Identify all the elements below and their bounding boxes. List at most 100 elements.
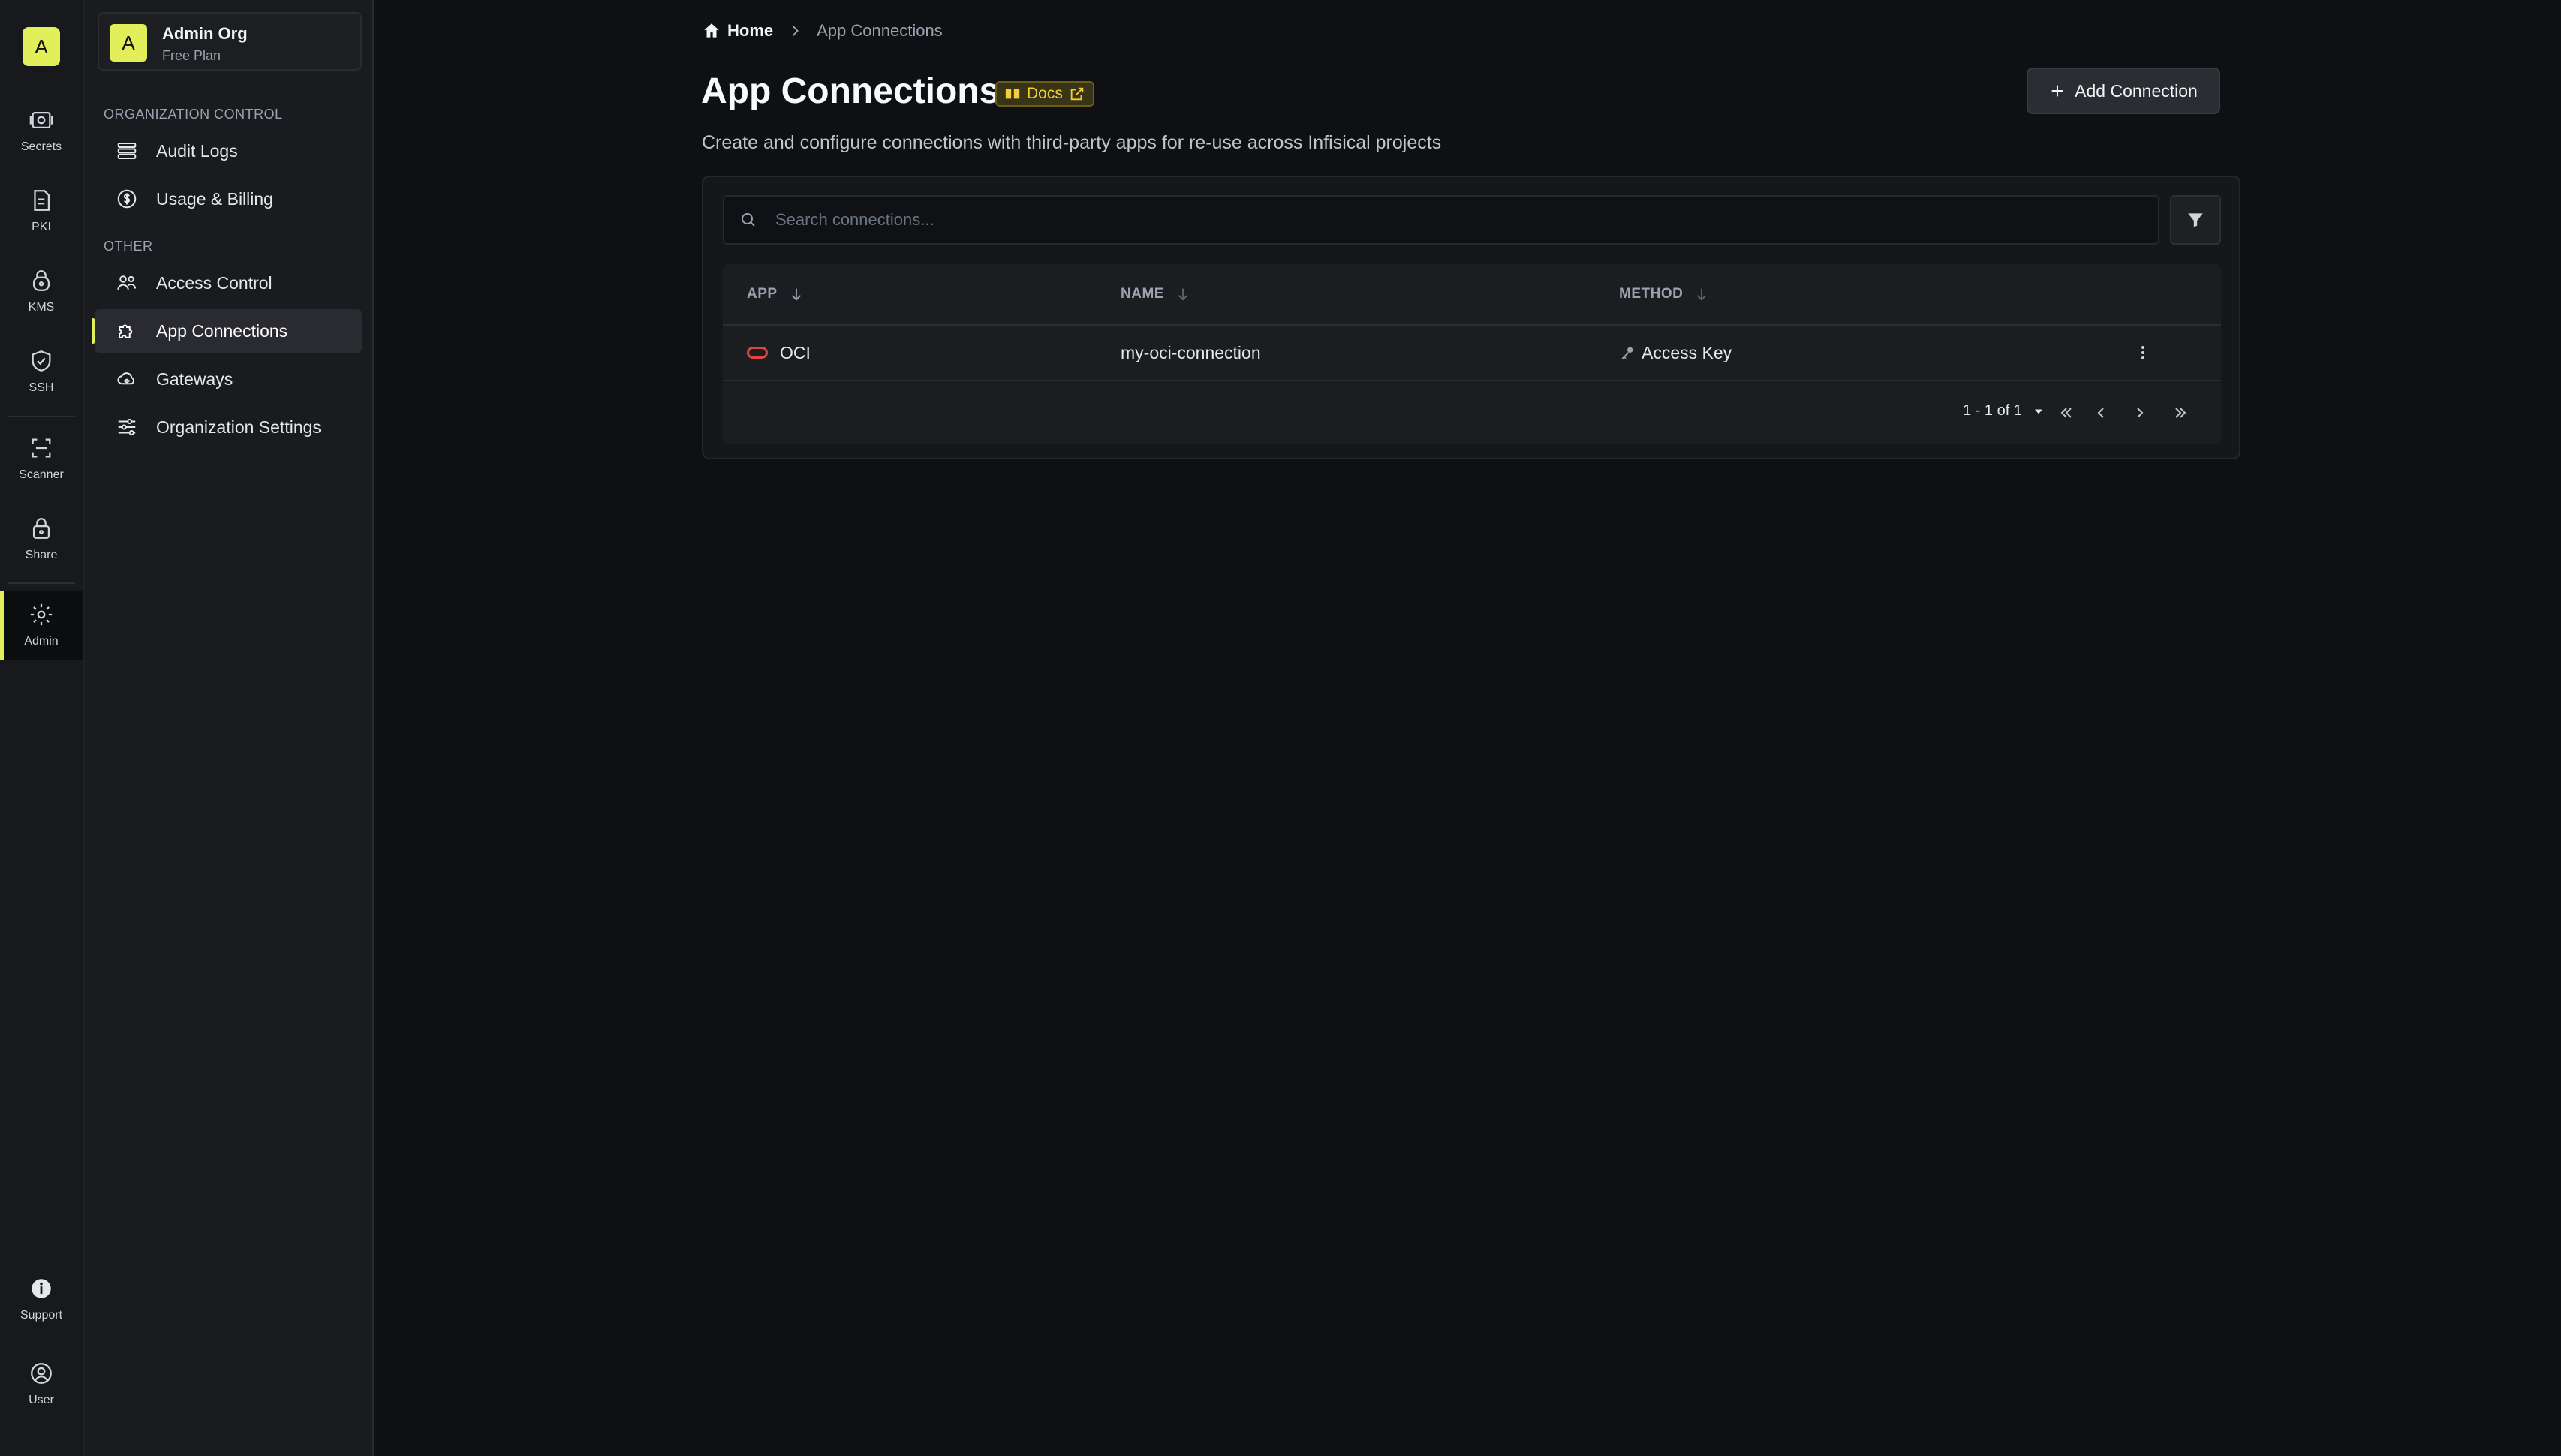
rail-item-ssh[interactable]: SSH	[0, 337, 83, 406]
rail-item-label: Support	[20, 1309, 63, 1322]
first-page-button[interactable]	[2051, 398, 2081, 428]
rail-item-label: Admin	[24, 635, 59, 648]
oci-logo-icon	[747, 347, 768, 359]
sidebar-item-organization-settings[interactable]: Organization Settings	[95, 405, 362, 449]
sidebar-item-label: App Connections	[156, 320, 288, 341]
table-row[interactable]: OCI my-oci-connection Access Key	[723, 326, 2221, 381]
org-switcher[interactable]: A Admin Org Free Plan	[98, 12, 362, 71]
chevrons-right-icon	[2175, 408, 2186, 418]
row-options-button[interactable]	[2129, 339, 2156, 366]
caret-down-icon	[2034, 409, 2042, 414]
rail-item-label: PKI	[32, 221, 51, 233]
pagination-count: 1 - 1 of 1	[1963, 402, 2022, 419]
user-circle-icon	[31, 1363, 52, 1384]
add-connection-button[interactable]: Add Connection	[2027, 68, 2220, 114]
column-header-app[interactable]: APP	[747, 264, 805, 324]
sort-arrow-down-icon	[1697, 288, 1707, 301]
certificate-icon	[34, 190, 50, 211]
rail-item-label: Share	[25, 549, 58, 561]
icon-rail: A Secrets PKI KMS SSH Scanner Share Admi…	[0, 0, 84, 1456]
vault-icon	[29, 111, 53, 129]
page-size-select[interactable]: 1 - 1 of 1	[1963, 402, 2046, 420]
rail-item-label: Secrets	[20, 140, 62, 153]
external-link-icon	[1070, 87, 1084, 101]
method-label: Access Key	[1642, 342, 1732, 362]
page-title: App Connections	[701, 71, 1000, 111]
chevrons-left-icon	[2060, 408, 2072, 418]
org-avatar: A	[110, 24, 147, 62]
home-icon	[704, 23, 719, 38]
rail-item-scanner[interactable]: Scanner	[0, 424, 83, 493]
connections-panel: APP NAME METHOD OCI my-oci-connection Ac…	[702, 176, 2240, 459]
puzzle-icon	[119, 324, 133, 338]
org-sidebar: A Admin Org Free Plan ORGANIZATION CONTR…	[84, 0, 374, 1456]
column-header-label: METHOD	[1619, 286, 1684, 302]
add-connection-label: Add Connection	[2075, 80, 2198, 101]
filter-button[interactable]	[2170, 195, 2221, 245]
section-label-org-control: ORGANIZATION CONTROL	[104, 107, 283, 122]
sidebar-item-label: Usage & Billing	[156, 188, 273, 209]
sidebar-item-app-connections[interactable]: App Connections	[92, 309, 362, 353]
lock-icon	[32, 518, 50, 539]
rail-item-pki[interactable]: PKI	[0, 176, 83, 245]
more-vertical-icon	[2141, 346, 2144, 359]
org-name: Admin Org	[162, 24, 248, 43]
rail-divider	[8, 582, 75, 584]
column-header-name[interactable]: NAME	[1121, 264, 1191, 324]
docs-link[interactable]: Docs	[995, 81, 1094, 107]
column-header-label: APP	[747, 286, 778, 302]
book-icon	[1005, 89, 1020, 99]
sidebar-item-gateways[interactable]: Gateways	[95, 357, 362, 401]
breadcrumb-home[interactable]: Home	[702, 21, 773, 41]
plus-icon	[2051, 85, 2063, 97]
sidebar-item-access-control[interactable]: Access Control	[95, 261, 362, 305]
chevron-right-icon	[792, 25, 799, 37]
rail-item-support[interactable]: Support	[0, 1265, 83, 1334]
rail-item-label: SSH	[29, 381, 54, 394]
next-page-button[interactable]	[2125, 398, 2155, 428]
table-header: APP NAME METHOD	[723, 264, 2221, 326]
scan-icon	[32, 438, 51, 458]
column-header-method[interactable]: METHOD	[1619, 264, 1710, 324]
chevron-right-icon	[2137, 408, 2144, 418]
rail-item-user[interactable]: User	[0, 1349, 83, 1418]
breadcrumb: Home App Connections	[702, 20, 943, 42]
search-box	[723, 195, 2159, 245]
sort-arrow-down-icon	[1178, 288, 1188, 301]
sidebar-item-usage-billing[interactable]: Usage & Billing	[95, 177, 362, 221]
cloud-network-icon	[117, 372, 134, 385]
org-plan: Free Plan	[162, 48, 221, 63]
org-logo[interactable]: A	[23, 27, 60, 66]
filter-icon	[2188, 213, 2203, 227]
users-icon	[117, 275, 137, 290]
previous-page-button[interactable]	[2086, 398, 2116, 428]
last-page-button[interactable]	[2165, 398, 2195, 428]
page-description: Create and configure connections with th…	[702, 132, 1442, 153]
cell-method: Access Key	[1619, 326, 1732, 380]
sliders-icon	[118, 419, 136, 435]
rail-item-label: KMS	[28, 301, 55, 314]
sidebar-item-label: Audit Logs	[156, 140, 238, 161]
sidebar-item-audit-logs[interactable]: Audit Logs	[95, 129, 362, 173]
info-icon	[32, 1279, 51, 1298]
dollar-icon	[117, 189, 137, 209]
sidebar-item-label: Access Control	[156, 272, 272, 293]
sort-arrow-down-icon	[791, 288, 801, 301]
key-icon	[1621, 347, 1633, 359]
rail-item-share[interactable]: Share	[0, 504, 83, 573]
rail-item-secrets[interactable]: Secrets	[0, 96, 83, 165]
rail-item-kms[interactable]: KMS	[0, 257, 83, 326]
docs-label: Docs	[1027, 85, 1063, 102]
rail-item-label: User	[29, 1394, 54, 1406]
sidebar-item-label: Gateways	[156, 369, 233, 389]
gear-icon	[30, 603, 53, 626]
pagination: 1 - 1 of 1	[723, 381, 2221, 444]
shield-check-icon	[32, 350, 51, 372]
sidebar-item-label: Organization Settings	[156, 417, 321, 437]
app-name: OCI	[780, 342, 811, 362]
search-input[interactable]	[774, 209, 2128, 230]
rail-item-admin[interactable]: Admin	[0, 591, 83, 660]
column-header-label: NAME	[1121, 286, 1164, 302]
breadcrumb-current: App Connections	[817, 21, 943, 40]
section-label-other: OTHER	[104, 239, 153, 254]
